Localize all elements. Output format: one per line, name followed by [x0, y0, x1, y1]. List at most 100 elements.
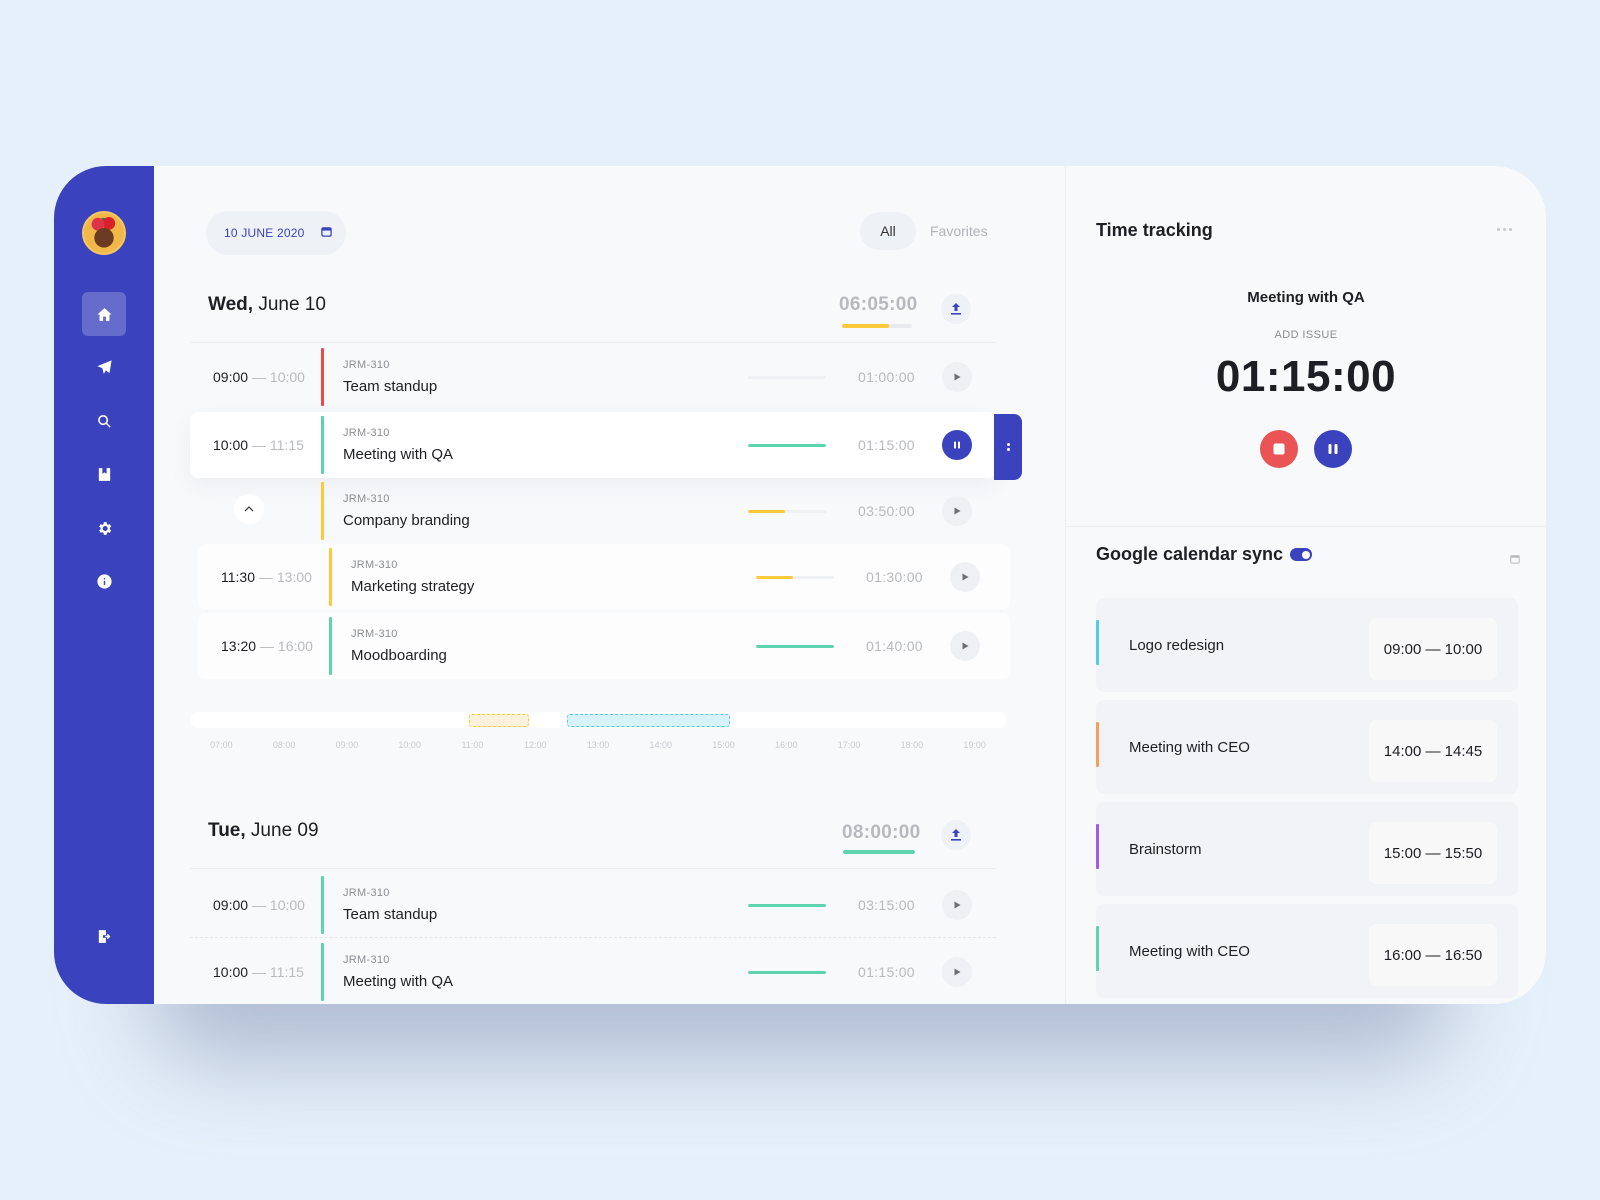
timeline-tick-label: 15:00 [712, 740, 735, 750]
entry-time-range: 09:00— 10:00 [213, 369, 305, 385]
timeline-block[interactable] [566, 714, 730, 727]
day-header: Tue, June 09 [208, 820, 319, 842]
entry-duration: 01:15:00 [858, 964, 915, 980]
chevron-up-icon [244, 506, 254, 512]
timeline-tick-label: 08:00 [272, 740, 296, 750]
play-icon [954, 507, 961, 515]
play-button[interactable] [950, 562, 980, 592]
entry-code: JRM-310 [343, 493, 390, 505]
timer-display: 01:15:00 [1215, 352, 1397, 401]
timeline-tick-label: 07:00 [210, 740, 233, 750]
entry-time-range: 10:00— 11:15 [213, 437, 304, 453]
entry-progress-bar [748, 510, 826, 513]
right-panel: Time tracking Meeting with QA ADD ISSUE … [1065, 166, 1546, 1004]
day-progress-bar [843, 850, 915, 854]
upload-icon [951, 303, 961, 315]
timeline-tick-label: 19:00 [963, 740, 986, 750]
event-name: Brainstorm [1129, 840, 1202, 858]
divider [190, 342, 996, 343]
timeline-tick-label: 13:00 [586, 740, 610, 750]
calendar-event[interactable]: Meeting with CEO 14:00 — 14:45 [1096, 700, 1518, 794]
more-icon[interactable] [1497, 228, 1512, 231]
time-entry-row[interactable]: JRM-310 Company branding 03:50:00 [190, 478, 1010, 544]
sidebar-item-info[interactable] [82, 559, 126, 603]
google-sync-title: Google calendar sync [1096, 544, 1284, 564]
day-progress-bar [842, 324, 912, 328]
timeline-block[interactable] [469, 714, 529, 727]
entry-title: Company branding [343, 512, 470, 529]
entry-duration: 01:40:00 [866, 638, 923, 654]
event-time-range: 14:00 — 14:45 [1369, 720, 1497, 782]
date-picker-label: 10 JUNE 2020 [224, 226, 305, 240]
entry-title: Marketing strategy [351, 578, 475, 595]
calendar-icon [321, 227, 332, 237]
info-icon [96, 573, 112, 589]
divider [1066, 526, 1546, 527]
time-entry-row[interactable]: 13:20— 16:00 JRM-310 Moodboarding 01:40:… [198, 613, 1010, 679]
current-task-name: Meeting with QA [1247, 289, 1365, 306]
add-issue-link[interactable]: ADD ISSUE [1066, 329, 1546, 341]
event-name: Meeting with CEO [1129, 738, 1250, 756]
google-sync-toggle[interactable] [1290, 548, 1312, 561]
gear-icon [98, 521, 111, 535]
entry-time-range: 10:00— 11:15 [213, 964, 304, 980]
day-total-time: 06:05:00 [839, 294, 918, 315]
event-color-bar [1096, 824, 1099, 869]
pause-button[interactable] [1314, 430, 1352, 468]
play-icon [954, 901, 961, 909]
time-entry-row[interactable]: 09:00— 10:00 JRM-310 Team standup 03:15:… [190, 872, 1010, 938]
entry-duration: 01:15:00 [858, 437, 915, 453]
time-entry-row[interactable]: 09:00— 10:00 JRM-310 Team standup 01:00:… [190, 344, 1010, 410]
entry-color-stripe [321, 876, 324, 934]
play-button[interactable] [942, 362, 972, 392]
row-more-button[interactable] [994, 414, 1022, 480]
entry-code: JRM-310 [351, 559, 398, 571]
pause-icon [954, 441, 960, 449]
entry-duration: 01:30:00 [866, 569, 923, 585]
entry-color-stripe [321, 482, 324, 540]
entry-time-range: 11:30— 13:00 [221, 569, 312, 585]
time-entry-row[interactable]: 10:00— 11:15 JRM-310 Meeting with QA 01:… [190, 412, 996, 478]
export-button[interactable] [941, 820, 971, 850]
sidebar-item-home[interactable] [82, 292, 126, 336]
calendar-event[interactable]: Logo redesign 09:00 — 10:00 [1096, 598, 1518, 692]
pause-button[interactable] [942, 430, 972, 460]
stop-button[interactable] [1260, 430, 1298, 468]
timeline-tick-label: 17:00 [837, 740, 861, 750]
sidebar-item-search[interactable] [82, 399, 126, 443]
sidebar-item-settings[interactable] [82, 506, 126, 550]
time-entry-row[interactable]: 11:30— 13:00 JRM-310 Marketing strategy … [198, 544, 1010, 610]
entry-title: Team standup [343, 378, 438, 395]
play-icon [962, 573, 969, 581]
sidebar [54, 166, 154, 1004]
play-button[interactable] [942, 890, 972, 920]
entry-title: Meeting with QA [343, 446, 454, 463]
play-button[interactable] [950, 631, 980, 661]
timeline-tick-label: 11:00 [461, 740, 484, 750]
avatar[interactable] [82, 211, 126, 255]
timer-controls [1066, 430, 1546, 468]
sidebar-item-bookmark[interactable] [82, 452, 126, 496]
logout-button[interactable] [82, 914, 126, 958]
time-entry-row[interactable]: 10:00— 11:15 JRM-310 Meeting with QA 01:… [190, 939, 1010, 1004]
date-picker[interactable]: 10 JUNE 2020 [206, 211, 346, 255]
filter-tabs: All Favorites [860, 212, 988, 250]
filter-tab-favorites[interactable]: Favorites [930, 223, 988, 239]
filter-tab-all[interactable]: All [860, 212, 916, 250]
play-icon [954, 968, 961, 976]
event-name: Meeting with CEO [1129, 942, 1250, 960]
entry-progress-bar [748, 376, 826, 379]
export-button[interactable] [941, 294, 971, 324]
bookmark-icon [98, 467, 110, 481]
sidebar-item-send[interactable] [82, 345, 126, 389]
play-button[interactable] [942, 957, 972, 987]
calendar-event[interactable]: Brainstorm 15:00 — 15:50 [1096, 802, 1518, 896]
entry-progress-bar [748, 444, 826, 447]
collapse-button[interactable] [234, 494, 264, 524]
event-color-bar [1096, 722, 1099, 767]
event-time-range: 09:00 — 10:00 [1369, 618, 1497, 680]
play-button[interactable] [942, 496, 972, 526]
calendar-event[interactable]: Meeting with CEO 16:00 — 16:50 [1096, 904, 1518, 998]
entry-progress-bar [748, 971, 826, 974]
calendar-icon[interactable] [1510, 554, 1520, 564]
